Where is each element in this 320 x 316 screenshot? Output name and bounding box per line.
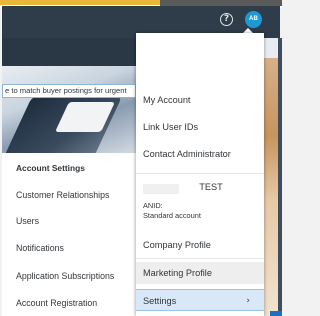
settings-item-account-registration[interactable]: Account Registration: [16, 298, 97, 308]
help-circle-icon[interactable]: ?: [220, 13, 233, 26]
settings-item-application-subscriptions[interactable]: Application Subscriptions: [16, 271, 114, 281]
banner-header: [2, 38, 138, 66]
banner-image: [2, 66, 138, 156]
menu-item-contact-administrator[interactable]: Contact Administrator: [136, 143, 264, 165]
account-name: TEST: [199, 182, 223, 192]
menu-item-marketing-profile[interactable]: Marketing Profile: [136, 262, 264, 284]
banner-message[interactable]: e to match buyer postings for urgent: [2, 84, 136, 98]
settings-item-customer-relationships[interactable]: Customer Relationships: [16, 190, 109, 200]
menu-item-settings[interactable]: Settings ›: [136, 289, 264, 311]
user-avatar[interactable]: AB: [245, 11, 262, 28]
menu-item-settings-label: Settings: [143, 296, 177, 306]
account-type: Standard account: [143, 211, 201, 220]
menu-item-my-account[interactable]: My Account: [136, 89, 264, 111]
settings-item-users[interactable]: Users: [16, 216, 39, 226]
account-settings-heading: Account Settings: [16, 163, 85, 173]
corner-accent: [270, 311, 282, 316]
account-settings-panel: Account Settings Customer Relationships …: [2, 153, 136, 316]
settings-item-notifications[interactable]: Notifications: [16, 243, 64, 253]
menu-item-link-user-ids[interactable]: Link User IDs: [136, 116, 264, 138]
chevron-right-icon: ›: [246, 296, 250, 306]
user-menu: My Account Link User IDs Contact Adminis…: [136, 33, 264, 316]
right-edge: [278, 38, 282, 316]
anid-label: ANID:: [143, 201, 163, 210]
menu-item-company-profile[interactable]: Company Profile: [136, 234, 264, 256]
frame-accent-bar: [0, 0, 160, 5]
